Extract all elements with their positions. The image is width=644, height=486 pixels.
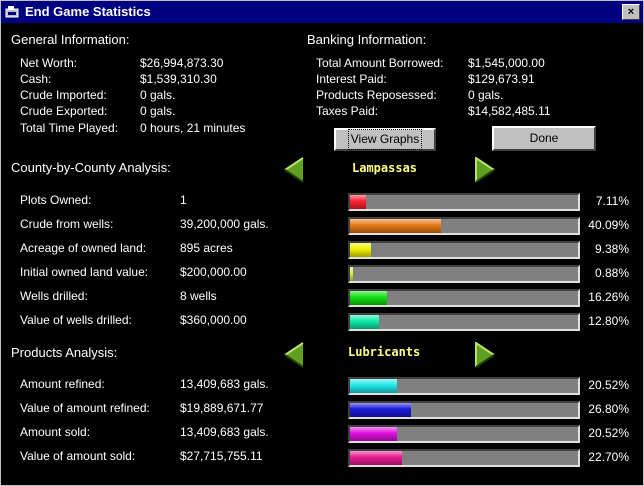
- amount-sold-value: 13,409,683 gals.: [180, 425, 269, 439]
- value-amount-sold-bar: [348, 449, 580, 467]
- value-amount-refined-value: $19,889,671.77: [180, 401, 264, 415]
- total-time-played-label: Total Time Played:: [20, 121, 119, 135]
- value-wells-drilled-value: $360,000.00: [180, 313, 247, 327]
- value-amount-refined-bar-fill: [350, 403, 411, 417]
- value-amount-sold-value: $27,715,755.11: [180, 449, 263, 463]
- general-information-heading: General Information:: [11, 32, 130, 47]
- product-next-arrow-icon[interactable]: [475, 342, 495, 368]
- wells-drilled-bar-fill: [350, 291, 387, 305]
- crude-from-wells-bar-fill: [350, 219, 441, 233]
- amount-refined-label: Amount refined:: [20, 377, 105, 391]
- value-amount-sold-percent: 22.70%: [588, 450, 629, 464]
- net-worth-label: Net Worth:: [20, 56, 78, 70]
- crude-imported-value: 0 gals.: [140, 88, 176, 102]
- window-icon: [5, 6, 19, 18]
- plots-owned-value: 1: [180, 193, 187, 207]
- cash-value: $1,539,310.30: [140, 72, 217, 86]
- crude-from-wells-percent: 40.09%: [588, 218, 629, 232]
- amount-refined-percent: 20.52%: [588, 378, 629, 392]
- amount-sold-percent: 20.52%: [588, 426, 629, 440]
- window-title: End Game Statistics: [25, 4, 151, 19]
- crude-from-wells-label: Crude from wells:: [20, 217, 114, 231]
- initial-land-value-label: Initial owned land value:: [20, 265, 149, 279]
- value-amount-refined-bar: [348, 401, 580, 419]
- value-amount-refined-label: Value of amount refined:: [20, 401, 150, 415]
- acreage-owned-land-bar: [348, 241, 580, 259]
- view-graphs-button[interactable]: View Graphs: [333, 127, 437, 152]
- selected-county-label: Lampassas: [352, 161, 418, 175]
- crude-from-wells-value: 39,200,000 gals.: [180, 217, 269, 231]
- plots-owned-label: Plots Owned:: [20, 193, 92, 207]
- acreage-owned-land-bar-fill: [350, 243, 371, 257]
- taxes-paid-label: Taxes Paid:: [316, 104, 379, 118]
- amount-sold-bar-fill: [350, 427, 397, 441]
- crude-from-wells-bar: [348, 217, 580, 235]
- crude-exported-label: Crude Exported:: [20, 104, 108, 118]
- value-amount-refined-percent: 26.80%: [588, 402, 629, 416]
- value-wells-drilled-bar-fill: [350, 315, 379, 329]
- products-analysis-heading: Products Analysis:: [11, 345, 118, 360]
- cash-label: Cash:: [20, 72, 52, 86]
- amount-sold-bar: [348, 425, 580, 443]
- crude-exported-value: 0 gals.: [140, 104, 176, 118]
- done-button[interactable]: Done: [492, 126, 596, 151]
- amount-refined-value: 13,409,683 gals.: [180, 377, 269, 391]
- close-button[interactable]: ×: [622, 4, 640, 20]
- product-previous-arrow-icon[interactable]: [284, 342, 304, 368]
- county-next-arrow-icon[interactable]: [475, 157, 495, 183]
- total-amount-borrowed-value: $1,545,000.00: [468, 56, 545, 70]
- interest-paid-value: $129,673.91: [468, 72, 535, 86]
- value-amount-sold-bar-fill: [350, 451, 402, 465]
- plots-owned-percent: 7.11%: [595, 194, 629, 208]
- amount-refined-bar: [348, 377, 580, 395]
- wells-drilled-bar: [348, 289, 580, 307]
- selected-product-label: Lubricants: [348, 345, 421, 359]
- crude-imported-label: Crude Imported:: [20, 88, 107, 102]
- county-analysis-heading: County-by-County Analysis:: [11, 160, 171, 175]
- initial-land-value-percent: 0.88%: [594, 266, 629, 280]
- amount-sold-label: Amount sold:: [20, 425, 91, 439]
- products-reposessed-value: 0 gals.: [468, 88, 504, 102]
- products-reposessed-label: Products Reposessed:: [316, 88, 437, 102]
- total-amount-borrowed-label: Total Amount Borrowed:: [316, 56, 444, 70]
- end-game-statistics-window: End Game Statistics × General Informatio…: [0, 0, 644, 486]
- taxes-paid-value: $14,582,485.11: [468, 104, 551, 118]
- value-wells-drilled-label: Value of wells drilled:: [20, 313, 132, 327]
- wells-drilled-percent: 16.26%: [588, 290, 629, 304]
- wells-drilled-value: 8 wells: [180, 289, 217, 303]
- acreage-owned-land-percent: 9.38%: [594, 242, 629, 256]
- plots-owned-bar: [348, 193, 580, 211]
- acreage-owned-land-value: 895 acres: [180, 241, 233, 255]
- initial-land-value-bar-fill: [350, 267, 353, 281]
- amount-refined-bar-fill: [350, 379, 397, 393]
- initial-land-value-bar: [348, 265, 580, 283]
- value-wells-drilled-percent: 12.80%: [588, 314, 629, 328]
- value-wells-drilled-bar: [348, 313, 580, 331]
- initial-land-value-value: $200,000.00: [180, 265, 247, 279]
- value-amount-sold-label: Value of amount sold:: [20, 449, 136, 463]
- interest-paid-label: Interest Paid:: [316, 72, 387, 86]
- total-time-played-value: 0 hours, 21 minutes: [140, 121, 246, 135]
- banking-information-heading: Banking Information:: [307, 32, 427, 47]
- title-bar: End Game Statistics ×: [1, 1, 643, 23]
- wells-drilled-label: Wells drilled:: [20, 289, 88, 303]
- county-previous-arrow-icon[interactable]: [284, 157, 304, 183]
- net-worth-value: $26,994,873.30: [140, 56, 224, 70]
- acreage-owned-land-label: Acreage of owned land:: [20, 241, 147, 255]
- plots-owned-bar-fill: [350, 195, 366, 209]
- close-icon: ×: [627, 6, 635, 18]
